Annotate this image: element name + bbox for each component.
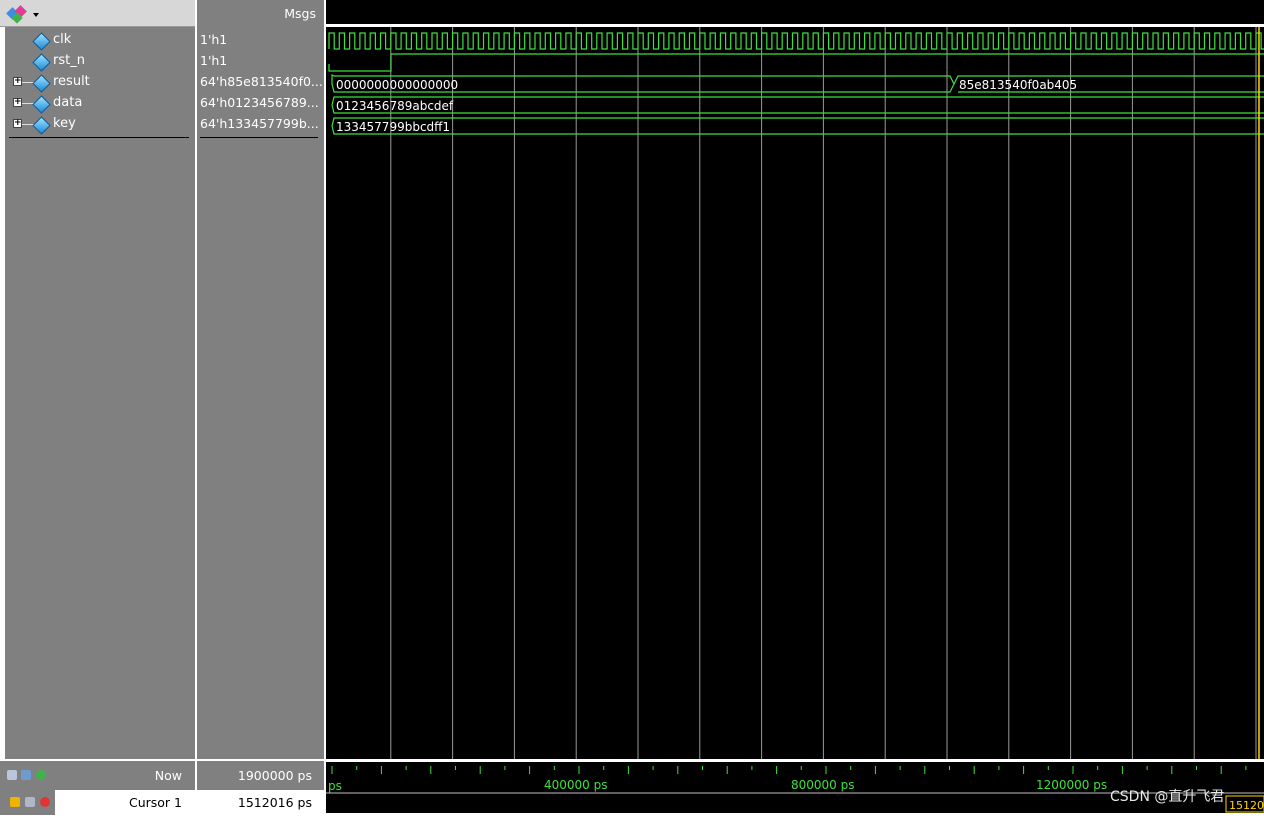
lock-icon[interactable] xyxy=(10,797,20,807)
clk-wave xyxy=(328,32,1264,50)
signal-row-result[interactable]: + result xyxy=(5,72,195,93)
now-value-cell: 1900000 ps xyxy=(197,761,324,790)
cursor-label[interactable]: Cursor 1 xyxy=(129,795,182,810)
waveform-area[interactable]: 0000000000000000 85e813540f0ab405 012345… xyxy=(326,27,1264,759)
edit-icon[interactable] xyxy=(7,770,17,780)
data-bus-outline xyxy=(331,96,1264,114)
window-icon[interactable] xyxy=(21,770,31,780)
signal-icon xyxy=(32,74,51,93)
key-bus-value: 133457799bbcdff1 xyxy=(336,120,450,134)
value-data: 64'h0123456789... xyxy=(200,95,319,110)
value-result: 64'h85e813540f0... xyxy=(200,74,323,89)
now-label: Now xyxy=(154,768,182,783)
add-cursor-icon[interactable] xyxy=(36,770,46,780)
signal-icon xyxy=(32,95,51,114)
result-bus-outline xyxy=(331,74,1264,93)
signal-name: result xyxy=(53,74,90,89)
result-bus-final: 85e813540f0ab405 xyxy=(959,78,1077,92)
values-pane-header: Msgs xyxy=(197,0,324,27)
timeline-label-800000: 800000 ps xyxy=(791,778,855,792)
value-rst-n: 1'h1 xyxy=(200,53,228,68)
names-pane-header xyxy=(0,0,195,27)
timeline-label-400000: 400000 ps xyxy=(544,778,608,792)
cursor-toolbar: Cursor 1 xyxy=(0,790,195,815)
value-clk: 1'h1 xyxy=(200,32,228,47)
signal-name: data xyxy=(53,95,83,110)
cursor-tag-label: 15120 xyxy=(1229,799,1264,812)
signal-row-key[interactable]: + key xyxy=(5,114,195,135)
msgs-header: Msgs xyxy=(284,6,316,21)
timeline-partial-label: ps xyxy=(328,779,342,793)
cursor-value[interactable]: 1512016 ps xyxy=(238,795,312,810)
values-footer: 1900000 ps 1512016 ps xyxy=(197,759,324,815)
signal-name: key xyxy=(53,116,76,131)
signal-name-list: clk rst_n + result + data + key xyxy=(5,27,195,759)
watermark: CSDN @直升飞君 xyxy=(1110,789,1225,805)
timeline-label-1200000: 1200000 ps xyxy=(1036,778,1107,792)
signal-row-data[interactable]: + data xyxy=(5,93,195,114)
wave-tool-icon[interactable] xyxy=(6,5,30,24)
signal-row-rst-n[interactable]: rst_n xyxy=(5,51,195,72)
names-footer: Now Cursor 1 xyxy=(0,759,195,815)
expand-icon[interactable]: + xyxy=(13,77,22,86)
wave-header xyxy=(326,0,1264,25)
signal-name: rst_n xyxy=(53,53,85,68)
insert-marker-line xyxy=(200,137,318,138)
cursor-icons-area xyxy=(0,790,55,815)
now-toolbar: Now xyxy=(0,761,195,790)
timeline-ruler: ps 400000 ps 800000 ps 1200000 ps 15120 … xyxy=(326,760,1264,813)
signal-icon xyxy=(32,32,51,51)
wrench-icon[interactable] xyxy=(25,797,35,807)
signal-icon xyxy=(32,116,51,135)
waveform-canvas[interactable]: 0000000000000000 85e813540f0ab405 012345… xyxy=(326,27,1264,759)
key-bus-outline xyxy=(331,117,1264,135)
signal-value-list: 1'h1 1'h1 64'h85e813540f0... 64'h0123456… xyxy=(197,27,324,759)
signal-row-clk[interactable]: clk xyxy=(5,30,195,51)
cursor-value-cell: 1512016 ps xyxy=(197,790,324,815)
delete-cursor-icon[interactable] xyxy=(40,797,50,807)
expand-icon[interactable]: + xyxy=(13,119,22,128)
value-key: 64'h133457799b... xyxy=(200,116,319,131)
expand-icon[interactable]: + xyxy=(13,98,22,107)
rst-n-wave xyxy=(328,53,1264,72)
signal-icon xyxy=(32,53,51,72)
result-bus-initial: 0000000000000000 xyxy=(336,78,458,92)
data-bus-value: 0123456789abcdef xyxy=(336,99,454,113)
insert-marker-line xyxy=(9,137,189,138)
chevron-down-icon[interactable] xyxy=(33,13,39,17)
signal-name: clk xyxy=(53,32,72,47)
now-value: 1900000 ps xyxy=(237,768,312,783)
